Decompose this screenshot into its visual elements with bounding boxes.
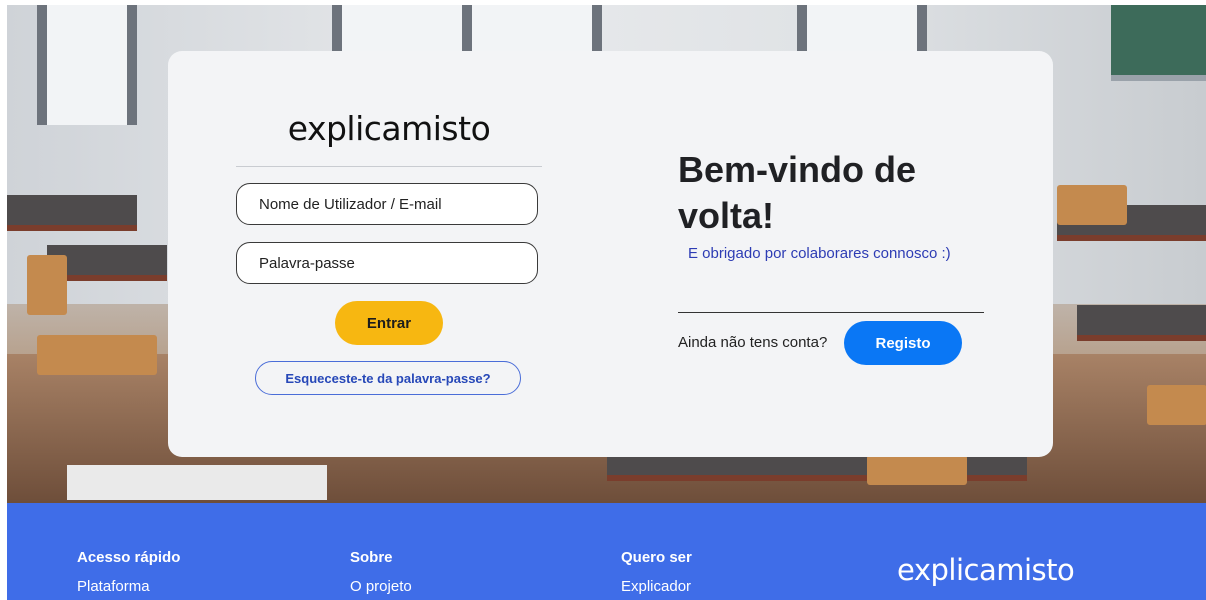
username-input[interactable]: Nome de Utilizador / E-mail (236, 183, 538, 225)
footer: Acesso rápido Plataforma Sobre O projeto… (7, 503, 1206, 600)
forgot-password-button[interactable]: Esqueceste-te da palavra-passe? (255, 361, 521, 395)
footer-column: Sobre O projeto (350, 549, 412, 595)
no-account-text: Ainda não tens conta? (678, 334, 828, 351)
register-button[interactable]: Registo (844, 321, 962, 365)
footer-link-explicador[interactable]: Explicador (621, 578, 692, 595)
footer-heading: Quero ser (621, 549, 692, 566)
login-button[interactable]: Entrar (335, 301, 443, 345)
username-placeholder: Nome de Utilizador / E-mail (259, 195, 442, 213)
password-input[interactable]: Palavra-passe (236, 242, 538, 284)
footer-logo[interactable]: explicamisto (897, 553, 1075, 587)
login-section: explicamisto Nome de Utilizador / E-mail… (236, 51, 542, 457)
footer-link-o-projeto[interactable]: O projeto (350, 578, 412, 595)
footer-column: Quero ser Explicador (621, 549, 692, 595)
footer-heading: Acesso rápido (77, 549, 181, 566)
login-card: explicamisto Nome de Utilizador / E-mail… (168, 51, 1053, 457)
footer-column: Acesso rápido Plataforma (77, 549, 180, 595)
footer-link-plataforma[interactable]: Plataforma (77, 578, 180, 595)
welcome-subtitle: E obrigado por colaborares connosco :) (688, 245, 951, 262)
welcome-title: Bem-vindo de volta! (678, 149, 917, 236)
logo: explicamisto (287, 109, 491, 148)
footer-heading: Sobre (350, 549, 393, 566)
divider (236, 166, 542, 167)
password-placeholder: Palavra-passe (259, 254, 355, 272)
welcome-section: Bem-vindo de volta! E obrigado por colab… (678, 51, 1018, 457)
divider (678, 312, 984, 313)
